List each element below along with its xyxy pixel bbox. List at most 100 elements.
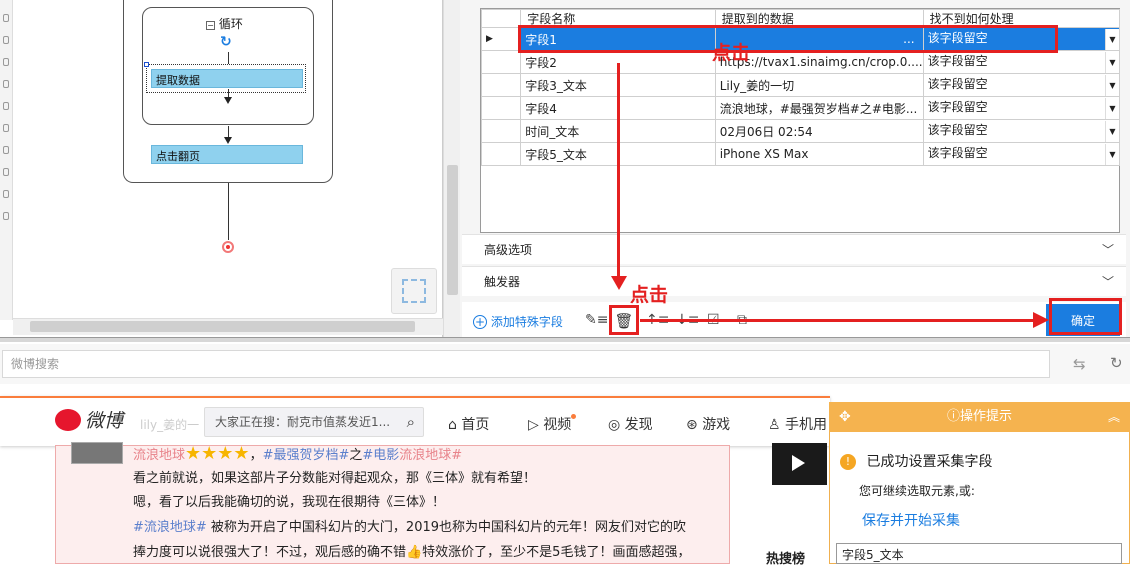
tool-icon[interactable] (3, 124, 9, 132)
home-icon: ⌂ (448, 417, 462, 433)
tool-icon[interactable] (3, 212, 9, 220)
tips-header[interactable]: ✥ ⓘ操作提示 ︽ (829, 402, 1130, 432)
collapse-icon[interactable]: − (206, 21, 215, 30)
connector (228, 183, 229, 240)
trigger-section[interactable]: 触发器 ﹀ (462, 266, 1126, 296)
nav-game[interactable]: ⊛ 游戏 (686, 414, 730, 434)
handling-select[interactable]: 该字段留空 ▼ (922, 73, 1121, 97)
video-thumbnail[interactable] (772, 443, 827, 485)
click-next-page-node[interactable]: 点击翻页 (151, 145, 303, 164)
handling-select[interactable]: 该字段留空 ▼ (922, 142, 1121, 166)
success-message: 已成功设置采集字段 (866, 454, 993, 470)
tool-icon[interactable] (3, 146, 9, 154)
handling-select[interactable]: 该字段留空 ▼ (922, 50, 1121, 74)
collapse-icon[interactable]: ︽ (1108, 402, 1120, 432)
weibo-logo-text: 微博 (84, 410, 123, 432)
post-text: 之 (349, 448, 363, 463)
row-indicator-header (480, 9, 522, 28)
nav-mobile[interactable]: ♙ 手机用 (768, 414, 827, 434)
extracted-data-cell[interactable]: 流浪地球，#最强贺岁档#之#电影... (714, 96, 924, 120)
table-row[interactable]: 时间_文本 02月06日 02:54 该字段留空 ▼ (480, 119, 1121, 143)
loop-header[interactable]: − 循环 (206, 15, 243, 32)
weibo-search-input[interactable]: 大家正在搜：耐克市值蒸发近1... ⌕ (204, 407, 424, 437)
swap-icon[interactable]: ⇆ (1073, 355, 1086, 373)
table-row[interactable]: 字段4 流浪地球，#最强贺岁档#之#电影... 该字段留空 ▼ (480, 96, 1121, 120)
scrollbar-thumb[interactable] (447, 165, 458, 295)
annotation-highlight-confirm (1049, 298, 1122, 335)
loop-label: 循环 (218, 17, 243, 31)
hashtag[interactable]: #电影 (362, 448, 399, 463)
nav-label: 首页 (461, 417, 490, 433)
dropdown-arrow-icon[interactable]: ▼ (1105, 97, 1119, 119)
annotation-arrowhead (611, 276, 627, 290)
annotation-label: 点击 (630, 284, 669, 306)
chevron-down-icon[interactable]: ﹀ (1102, 267, 1114, 297)
add-special-field-button[interactable]: + 添加特殊字段 (473, 313, 563, 330)
layout-diagram-icon[interactable] (391, 268, 437, 314)
tips-title: 操作提示 (960, 409, 1013, 424)
annotation-highlight-delete (609, 305, 639, 335)
username-peek: lily_姜的一 (140, 418, 200, 432)
row-indicator (480, 73, 522, 97)
nav-discover[interactable]: ◎ 发现 (608, 414, 653, 434)
advanced-options-section[interactable]: 高级选项 ﹀ (462, 234, 1126, 264)
post-line-3: 嗯，看了以后我能确切的说，我现在很期待《三体》！ (133, 495, 446, 510)
notification-dot (571, 414, 577, 419)
extracted-data-cell[interactable]: iPhone XS Max (714, 142, 924, 166)
tool-icon[interactable] (3, 14, 9, 22)
selection-handle[interactable] (144, 62, 149, 67)
row-indicator (480, 96, 522, 120)
chevron-down-icon[interactable]: ﹀ (1102, 235, 1114, 265)
dropdown-arrow-icon[interactable]: ▼ (1105, 120, 1119, 142)
tool-icon[interactable] (3, 80, 9, 88)
tool-icon[interactable] (3, 102, 9, 110)
dropdown-arrow-icon[interactable]: ▼ (1105, 74, 1119, 96)
dropdown-arrow-icon[interactable]: ▼ (1105, 51, 1119, 73)
refresh-icon[interactable]: ↻ (1110, 354, 1123, 372)
advanced-options-label: 高级选项 (484, 243, 533, 257)
end-node-icon (222, 241, 234, 253)
handling-value: 该字段留空 (927, 76, 988, 91)
edit-field-icon[interactable]: ✎≡ (585, 312, 608, 328)
avatar[interactable] (71, 442, 123, 464)
tool-strip (0, 0, 13, 320)
extracted-data-cell[interactable]: Lily_姜的一切 (714, 73, 924, 97)
dropdown-arrow-icon[interactable]: ▼ (1105, 143, 1119, 165)
handling-select[interactable]: 该字段留空 ▼ (922, 96, 1121, 120)
handling-select[interactable]: 该字段留空 ▼ (922, 119, 1121, 143)
scrollbar-thumb[interactable] (30, 321, 415, 332)
panel-splitter[interactable] (0, 337, 1130, 342)
extract-data-node[interactable]: 提取数据 (151, 69, 303, 88)
browser-url-input[interactable]: 微博搜索 (2, 350, 1050, 378)
dropdown-arrow-icon[interactable]: ▼ (1105, 28, 1119, 50)
nav-label: 游戏 (702, 417, 731, 433)
tool-icon[interactable] (3, 190, 9, 198)
arrow-down-icon (224, 137, 232, 144)
weibo-post[interactable]: 流浪地球★★★★，#最强贺岁档#之#电影流浪地球# 看之前就说，如果这部片子分数… (55, 442, 730, 564)
add-special-field-label: 添加特殊字段 (490, 315, 563, 329)
table-row[interactable]: 字段3_文本 Lily_姜的一切 该字段留空 ▼ (480, 73, 1121, 97)
hashtag[interactable]: 流浪地球 (133, 448, 185, 463)
annotation-arrow-line (617, 63, 620, 278)
hashtag[interactable]: #流浪地球# (133, 520, 207, 535)
loop-icon: ↻ (220, 34, 232, 50)
field-preview-box[interactable]: 字段5_文本 (836, 543, 1122, 564)
nav-video[interactable]: ▷ 视频 (528, 414, 577, 434)
table-row[interactable]: 字段2 https://tvax1.sinaimg.cn/crop.0.... … (480, 50, 1121, 74)
nav-home[interactable]: ⌂ 首页 (448, 414, 489, 434)
tool-icon[interactable] (3, 168, 9, 176)
tool-icon[interactable] (3, 36, 9, 44)
weibo-logo[interactable]: 微博 (55, 406, 135, 438)
tool-icon[interactable] (3, 58, 9, 66)
hashtag[interactable]: #最强贺岁档# (263, 448, 350, 463)
table-row[interactable]: 字段5_文本 iPhone XS Max 该字段留空 ▼ (480, 142, 1121, 166)
vertical-scrollbar[interactable] (443, 0, 460, 340)
extracted-data-cell[interactable]: 02月06日 02:54 (714, 119, 924, 143)
move-handle-icon[interactable]: ✥ (839, 402, 851, 432)
hashtag[interactable]: 流浪地球# (399, 448, 462, 463)
handling-value: 该字段留空 (927, 122, 988, 137)
save-and-start-link[interactable]: 保存并开始采集 (862, 510, 960, 530)
continue-hint: 您可继续选取元素,或: (859, 484, 975, 498)
search-icon[interactable]: ⌕ (407, 408, 415, 436)
annotation-arrowhead (1033, 312, 1049, 328)
